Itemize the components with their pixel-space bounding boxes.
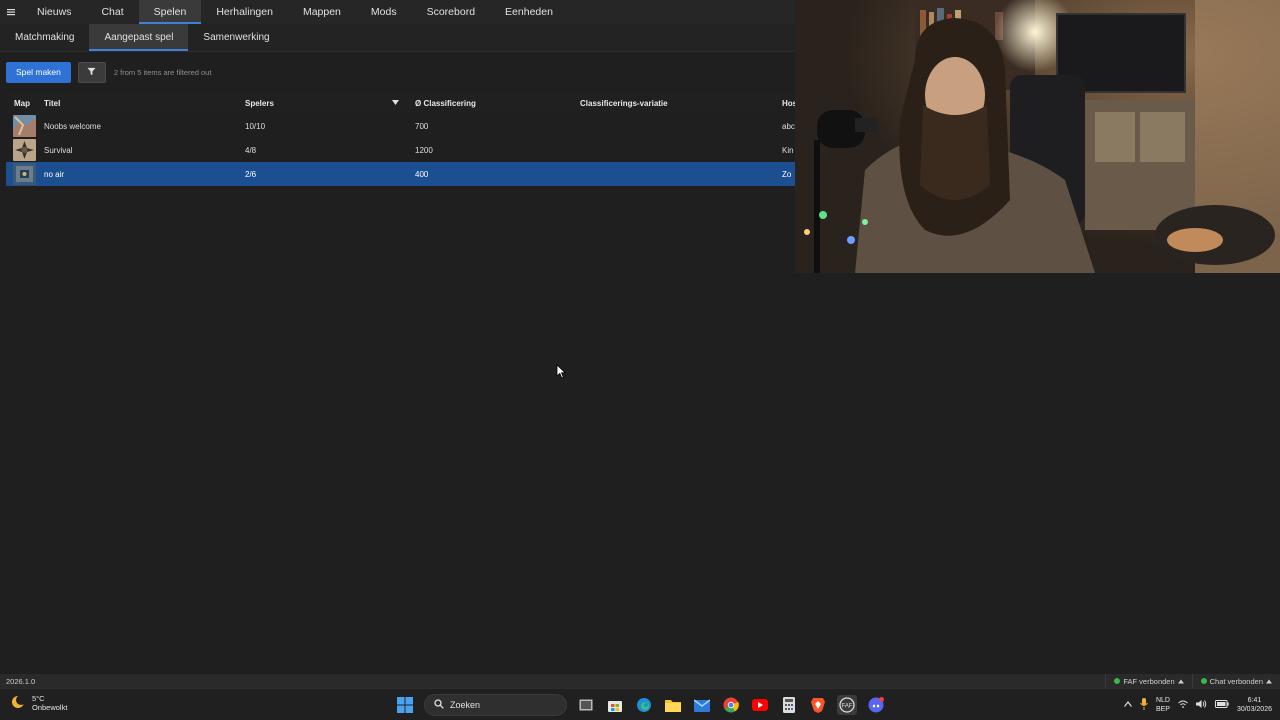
game-rating: 700 bbox=[415, 121, 429, 131]
mail-icon[interactable] bbox=[692, 695, 712, 715]
language-indicator[interactable]: NLD BEP bbox=[1156, 696, 1170, 714]
status-dot-icon bbox=[1200, 678, 1207, 684]
game-players: 2/6 bbox=[245, 169, 257, 179]
chevron-up-icon bbox=[1177, 677, 1184, 686]
microsoft-store-icon[interactable] bbox=[605, 695, 625, 715]
taskbar-apps: Zoeken FAF bbox=[395, 693, 886, 717]
clock-time: 6:41 bbox=[1247, 697, 1262, 704]
column-header-players[interactable]: Spelers bbox=[242, 99, 411, 108]
table-row[interactable]: Survival 4/8 1200 Kin bbox=[6, 138, 795, 162]
edge-icon[interactable] bbox=[634, 695, 654, 715]
faf-connection-status[interactable]: FAF verbonden bbox=[1105, 674, 1191, 688]
filter-button[interactable] bbox=[77, 61, 106, 83]
search-icon bbox=[434, 699, 444, 711]
map-thumbnail bbox=[6, 139, 40, 161]
file-explorer-icon[interactable] bbox=[663, 695, 683, 715]
game-title: no air bbox=[44, 169, 65, 179]
column-header-title[interactable]: Titel bbox=[40, 99, 242, 108]
discord-icon[interactable] bbox=[866, 695, 886, 715]
game-title: Noobs welcome bbox=[44, 121, 101, 131]
create-game-button[interactable]: Spel maken bbox=[6, 61, 71, 83]
hamburger-icon[interactable] bbox=[0, 0, 22, 24]
game-rating: 400 bbox=[415, 169, 429, 179]
calculator-icon[interactable] bbox=[779, 695, 799, 715]
weather-desc: Onbewolkt bbox=[32, 703, 68, 712]
chat-status-text: Chat verbonden bbox=[1209, 676, 1263, 686]
status-dot-icon bbox=[1114, 678, 1121, 684]
start-button[interactable] bbox=[395, 695, 415, 715]
menu-item-units[interactable]: Eenheden bbox=[490, 0, 568, 24]
webcam-overlay bbox=[795, 0, 1280, 273]
menu-item-replays[interactable]: Herhalingen bbox=[201, 0, 288, 24]
table-header: Map Titel Spelers Ø Classificering Class… bbox=[6, 92, 795, 114]
language-bottom: BEP bbox=[1155, 706, 1170, 713]
funnel-icon bbox=[87, 63, 96, 81]
column-header-rating[interactable]: Ø Classificering bbox=[411, 99, 580, 108]
moon-icon bbox=[10, 694, 26, 712]
connection-status: FAF verbonden Chat verbonden bbox=[1105, 674, 1280, 688]
youtube-icon[interactable] bbox=[750, 695, 770, 715]
menu-item-leaderboard[interactable]: Scorebord bbox=[412, 0, 490, 24]
tab-custom-game[interactable]: Aangepast spel bbox=[89, 24, 189, 51]
column-header-host[interactable]: Host bbox=[782, 99, 795, 108]
game-players: 4/8 bbox=[245, 145, 257, 155]
game-toolbar: Spel maken 2 from 5 items are filtered o… bbox=[6, 61, 211, 83]
table-row-selected[interactable]: no air 2/6 400 Zo bbox=[6, 162, 795, 186]
wifi-icon[interactable] bbox=[1178, 700, 1188, 710]
game-host: Kin bbox=[782, 145, 794, 155]
taskbar-search[interactable]: Zoeken bbox=[424, 694, 567, 716]
menu-item-maps[interactable]: Mappen bbox=[288, 0, 356, 24]
microphone-icon[interactable] bbox=[1140, 698, 1148, 712]
game-players: 10/10 bbox=[245, 121, 266, 131]
menu-item-play[interactable]: Spelen bbox=[138, 0, 202, 24]
menu-item-chat[interactable]: Chat bbox=[86, 0, 138, 24]
clock-date: 30/03/2026 bbox=[1236, 706, 1272, 713]
table-row[interactable]: Noobs welcome 10/10 700 abc bbox=[6, 114, 795, 138]
chevron-up-icon bbox=[1266, 677, 1272, 686]
menu-item-news[interactable]: Nieuws bbox=[22, 0, 86, 24]
windows-taskbar: 5°C Onbewolkt Zoeken FAF NLD BEP 6:41 30… bbox=[0, 688, 1280, 720]
weather-widget[interactable]: 5°C Onbewolkt bbox=[10, 694, 67, 712]
chevron-up-icon[interactable] bbox=[1123, 701, 1132, 709]
volume-icon[interactable] bbox=[1195, 699, 1207, 711]
tab-matchmaking[interactable]: Matchmaking bbox=[0, 24, 89, 51]
clock[interactable]: 6:41 30/03/2026 bbox=[1237, 696, 1272, 714]
battery-icon[interactable] bbox=[1214, 700, 1229, 710]
chat-connection-status[interactable]: Chat verbonden bbox=[1191, 674, 1280, 688]
game-host: Zo bbox=[782, 169, 792, 179]
weather-temp: 5°C bbox=[32, 694, 45, 703]
tab-coop[interactable]: Samenwerking bbox=[188, 24, 284, 51]
chrome-icon[interactable] bbox=[721, 695, 741, 715]
games-table: Map Titel Spelers Ø Classificering Class… bbox=[6, 92, 795, 186]
language-top: NLD bbox=[1155, 697, 1170, 704]
menu-item-mods[interactable]: Mods bbox=[356, 0, 412, 24]
column-header-players-label: Spelers bbox=[245, 98, 274, 108]
task-view-icon[interactable] bbox=[576, 695, 596, 715]
map-thumbnail bbox=[6, 115, 40, 137]
svg-text:FAF: FAF bbox=[841, 704, 852, 710]
search-placeholder: Zoeken bbox=[450, 700, 481, 710]
play-subtabs: Matchmaking Aangepast spel Samenwerking bbox=[0, 24, 795, 52]
map-thumbnail bbox=[6, 163, 40, 185]
faf-status-text: FAF verbonden bbox=[1123, 676, 1175, 686]
game-host: abc bbox=[782, 121, 795, 131]
column-header-map[interactable]: Map bbox=[6, 99, 40, 108]
system-tray: NLD BEP 6:41 30/03/2026 bbox=[1123, 693, 1272, 717]
game-title: Survival bbox=[44, 145, 73, 155]
main-menu-bar: Nieuws Chat Spelen Herhalingen Mappen Mo… bbox=[0, 0, 795, 24]
client-version: 2026.1.0 bbox=[6, 676, 36, 686]
sort-descending-icon bbox=[392, 99, 399, 108]
column-header-deviation[interactable]: Classificerings-variatie bbox=[580, 99, 782, 108]
status-bar: 2026.1.0 FAF verbonden Chat verbonden bbox=[0, 674, 1280, 688]
mouse-cursor-icon bbox=[556, 364, 566, 384]
game-rating: 1200 bbox=[415, 145, 433, 155]
filter-status-text: 2 from 5 items are filtered out bbox=[113, 67, 212, 77]
faf-client-icon[interactable]: FAF bbox=[837, 695, 857, 715]
brave-icon[interactable] bbox=[808, 695, 828, 715]
